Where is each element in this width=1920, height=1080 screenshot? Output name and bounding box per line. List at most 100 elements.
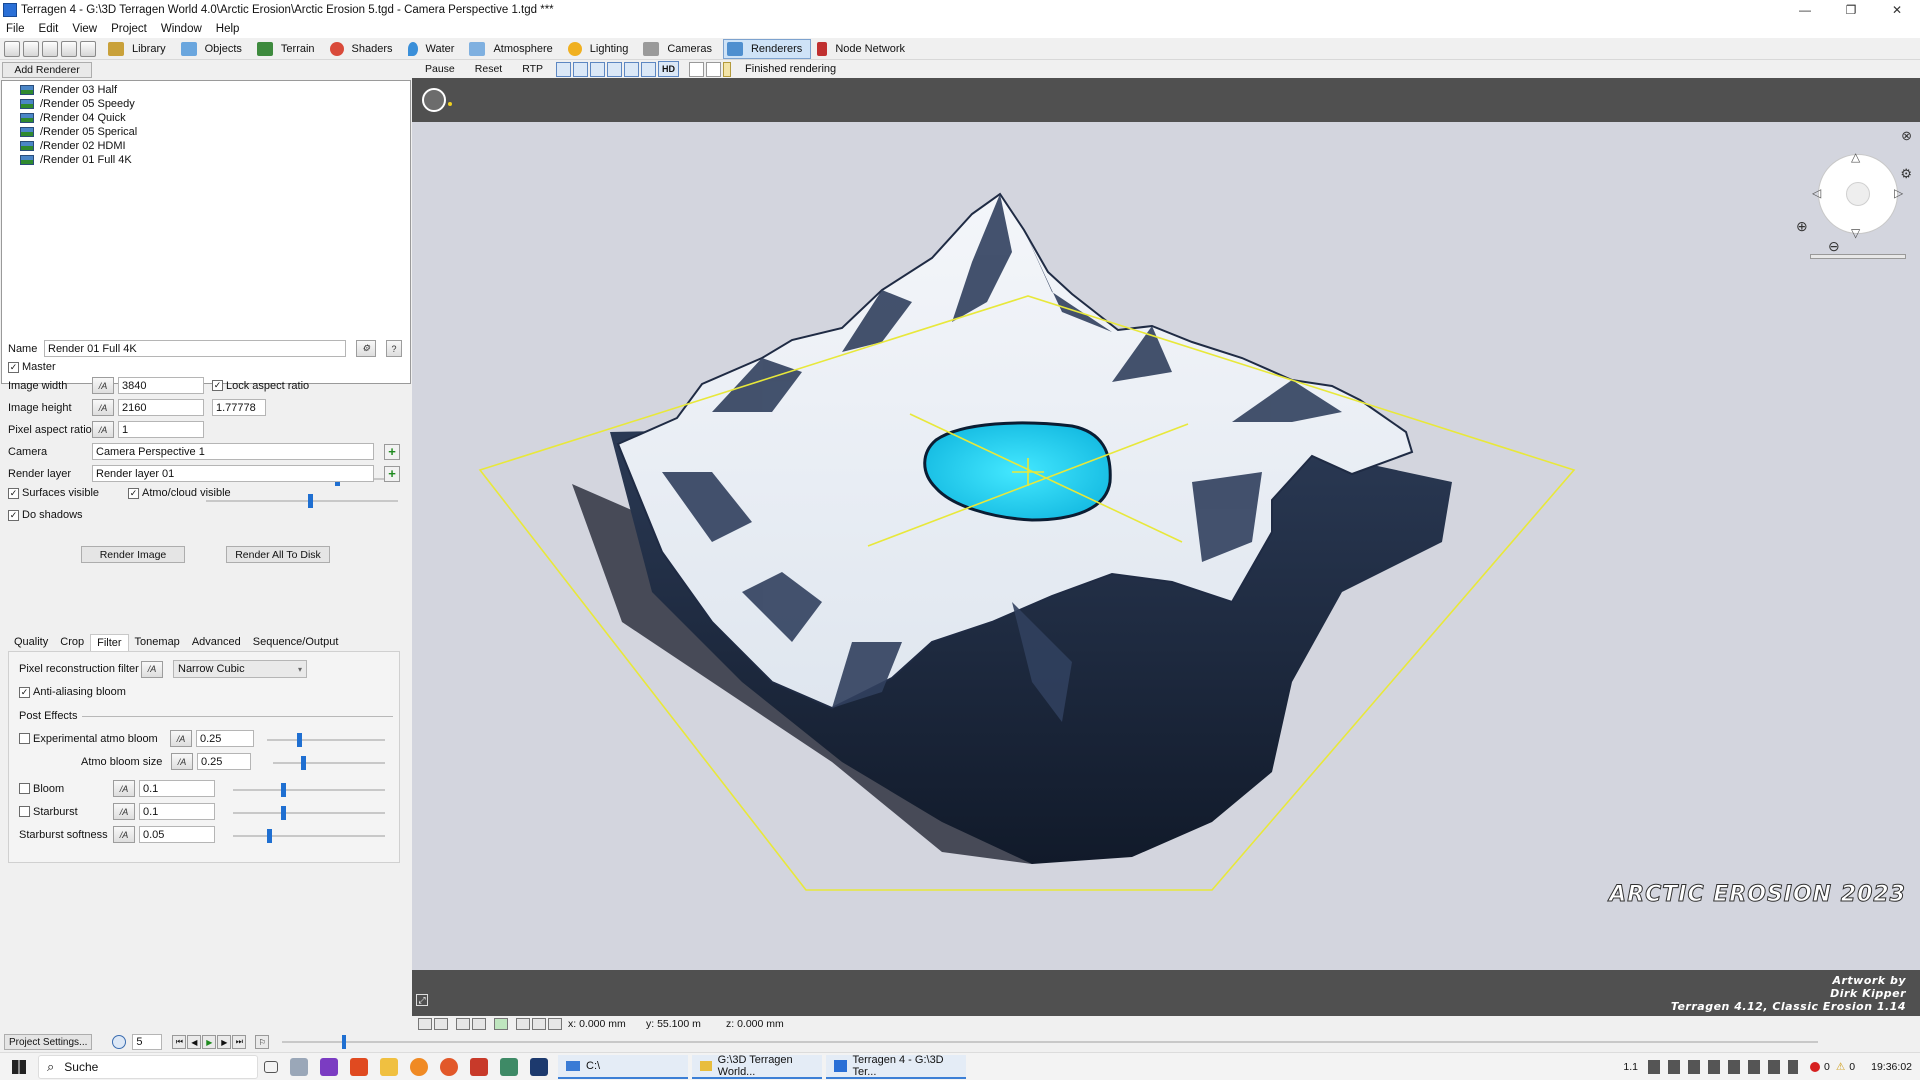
add-renderer-button[interactable]: Add Renderer	[2, 62, 92, 78]
warning-icon[interactable]: ⚠	[1836, 1061, 1845, 1073]
image-height-param-button[interactable]: /A	[92, 399, 114, 416]
nav-center-circle[interactable]	[1846, 182, 1870, 206]
windows-start-icon[interactable]	[12, 1059, 26, 1074]
split-view-icon[interactable]	[706, 61, 722, 77]
camera-mode-icon[interactable]	[434, 1018, 448, 1030]
rtp-button[interactable]: RTP	[515, 61, 550, 77]
zoom-in-icon[interactable]: ⊕	[1796, 218, 1808, 235]
timeline-track[interactable]	[282, 1035, 1819, 1049]
list-item[interactable]: /Render 05 Sperical	[20, 125, 410, 139]
expand-arrow-icon[interactable]: ⤢	[416, 994, 428, 1006]
add-render-layer-icon[interactable]: +	[384, 465, 400, 482]
task-view-icon[interactable]	[264, 1060, 278, 1073]
name-field[interactable]: Render 01 Full 4K	[44, 340, 346, 357]
atmo-bloom-size-thumb[interactable]	[301, 756, 306, 770]
starburst-param-button[interactable]: /A	[113, 803, 135, 820]
taskbar-app-explorer[interactable]: G:\3D Terragen World...	[692, 1054, 822, 1079]
office-icon[interactable]	[350, 1057, 368, 1076]
tab-renderers[interactable]: Renderers	[722, 38, 812, 59]
zoom-out-icon[interactable]: ⊖	[1828, 238, 1840, 255]
save-as-icon[interactable]	[61, 40, 77, 57]
first-frame-icon[interactable]: ⏮	[172, 1035, 187, 1049]
tab-quality[interactable]: Quality	[8, 634, 54, 651]
help-icon[interactable]: ?	[386, 340, 402, 357]
add-camera-icon[interactable]: +	[384, 443, 400, 460]
render-canvas[interactable]: △ ▽ ◁ ▷ ⊕ ⊖ ⊗ ⚙ ARCTIC EROSION 2023	[412, 122, 1920, 970]
atmo-bloom-size-slider[interactable]	[273, 756, 385, 770]
tab-filter[interactable]: Filter	[90, 634, 129, 651]
pause-button[interactable]: Pause	[418, 61, 462, 77]
render-mode-icon[interactable]	[456, 1018, 470, 1030]
list-item[interactable]: /Render 04 Quick	[20, 111, 410, 125]
tab-lighting[interactable]: Lighting	[564, 39, 638, 59]
atmo-visible-checkbox[interactable]: ✓	[128, 487, 139, 499]
starburst-slider[interactable]	[233, 806, 385, 820]
image-height-field[interactable]: 2160	[118, 399, 204, 416]
timeline-options-icon[interactable]: ⚐	[255, 1035, 270, 1049]
list-item[interactable]: /Render 02 HDMI	[20, 139, 410, 153]
starburst-softness-field[interactable]: 0.05	[139, 826, 215, 843]
bloom-slider[interactable]	[233, 783, 385, 797]
render-layer-field[interactable]: Render layer 01	[92, 465, 374, 482]
pixel-aspect-field[interactable]: 1	[118, 421, 204, 438]
camera-field[interactable]: Camera Perspective 1	[92, 443, 374, 460]
close-button[interactable]: ✕	[1874, 0, 1920, 20]
do-shadows-checkbox[interactable]: ✓	[8, 509, 19, 521]
starburst-checkbox[interactable]	[19, 806, 30, 817]
menu-view[interactable]: View	[72, 23, 97, 35]
nav-right-arrow-icon[interactable]: ▷	[1894, 186, 1903, 200]
app-r-icon[interactable]	[470, 1057, 488, 1076]
view-box-icon[interactable]	[590, 61, 606, 77]
exp-atmo-bloom-field[interactable]: 0.25	[196, 730, 254, 747]
starburst-softness-slider[interactable]	[233, 829, 385, 843]
view-cube-icon[interactable]	[607, 61, 623, 77]
brush-icon[interactable]	[689, 61, 705, 77]
atmo-bloom-size-field[interactable]: 0.25	[197, 753, 251, 770]
tab-sequence-output[interactable]: Sequence/Output	[247, 634, 345, 651]
tab-water[interactable]: Water	[404, 39, 464, 59]
save-icon[interactable]	[42, 40, 58, 57]
nav-left-arrow-icon[interactable]: ◁	[1812, 186, 1821, 200]
nav-close-icon[interactable]: ⊗	[1901, 128, 1912, 144]
clock-icon[interactable]	[112, 1035, 127, 1049]
nav-speed-bar[interactable]	[1810, 254, 1906, 259]
render-view-icon[interactable]	[422, 88, 446, 112]
next-frame-icon[interactable]: ▶	[217, 1035, 232, 1049]
tab-atmosphere[interactable]: Atmosphere	[465, 39, 561, 59]
tab-objects[interactable]: Objects	[177, 39, 251, 59]
pencil-icon[interactable]	[723, 61, 732, 77]
starburst-softness-param-button[interactable]: /A	[113, 826, 135, 843]
photoshop-icon[interactable]	[530, 1057, 548, 1076]
bloom-field[interactable]: 0.1	[139, 780, 215, 797]
render-image-button[interactable]: Render Image	[81, 546, 185, 563]
hd-button[interactable]: HD	[658, 61, 680, 77]
tray-app-icons[interactable]	[1648, 1060, 1799, 1074]
clock-time[interactable]: 19:36:02	[1871, 1061, 1912, 1073]
image-width-param-button[interactable]: /A	[92, 377, 114, 394]
image-width-field[interactable]: 3840	[118, 377, 204, 394]
last-frame-icon[interactable]: ⏭	[232, 1035, 247, 1049]
exp-atmo-bloom-param-button[interactable]: /A	[170, 730, 192, 747]
menu-edit[interactable]: Edit	[39, 23, 59, 35]
measure-icon[interactable]	[548, 1018, 562, 1030]
firefox-icon[interactable]	[410, 1057, 428, 1076]
pixel-filter-param-button[interactable]: /A	[141, 660, 163, 678]
master-checkbox[interactable]: ✓	[8, 361, 19, 373]
settings-gear-icon[interactable]: ⚙	[356, 340, 376, 357]
pinned-app-icon[interactable]	[320, 1057, 338, 1076]
taskbar-app-terragen[interactable]: Terragen 4 - G:\3D Ter...	[826, 1054, 966, 1079]
terragen-taskbar-icon[interactable]	[500, 1057, 518, 1076]
nav-down-arrow-icon[interactable]: ▽	[1851, 226, 1860, 240]
view-mode-icon[interactable]	[418, 1018, 432, 1030]
menu-window[interactable]: Window	[161, 23, 202, 35]
tab-library[interactable]: Library	[104, 39, 175, 59]
menu-file[interactable]: File	[6, 23, 25, 35]
atmo-bloom-size-param-button[interactable]: /A	[171, 753, 193, 770]
view-sphere-icon[interactable]	[556, 61, 572, 77]
menu-project[interactable]: Project	[111, 23, 147, 35]
refresh-icon[interactable]	[494, 1018, 508, 1030]
aa-bloom-checkbox[interactable]: ✓	[19, 686, 30, 698]
browser-icon[interactable]	[440, 1057, 458, 1076]
play-icon[interactable]: ▶	[202, 1035, 217, 1049]
exp-atmo-bloom-checkbox[interactable]	[19, 733, 30, 744]
